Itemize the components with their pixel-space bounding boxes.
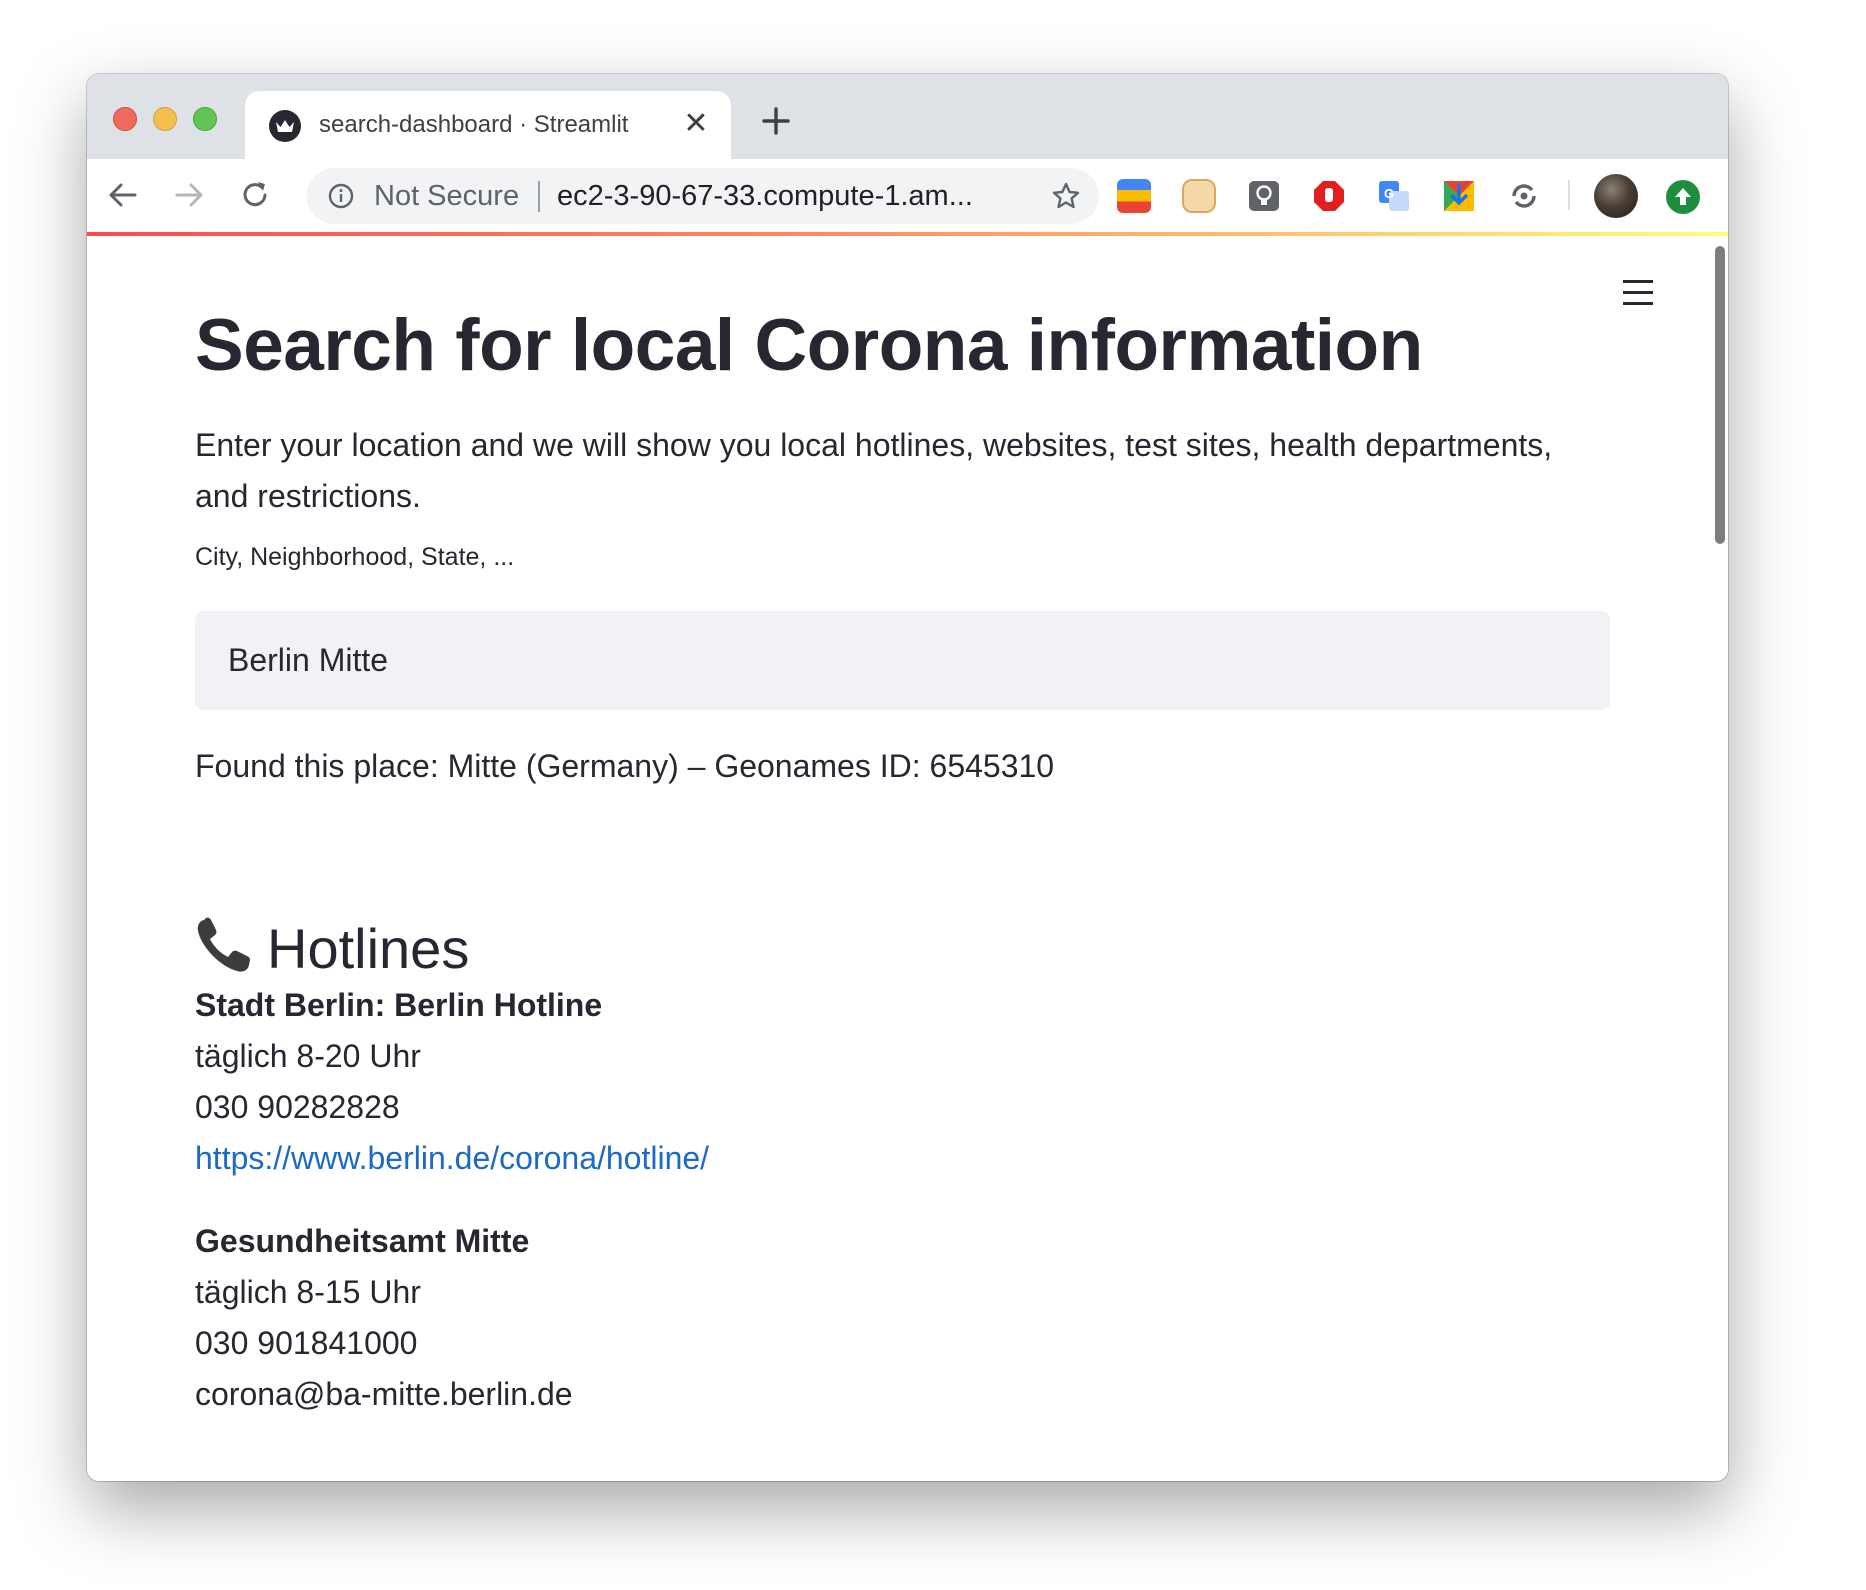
download-extension-icon[interactable] xyxy=(1442,179,1476,213)
browser-window: search-dashboard · Streamlit ✕ Not Secur… xyxy=(87,74,1728,1481)
streamlit-crown-icon xyxy=(269,110,301,142)
page-scrollbar[interactable] xyxy=(1715,246,1725,544)
hotline-phone: 030 901841000 xyxy=(195,1325,418,1361)
toolbar-divider xyxy=(1568,180,1570,210)
close-window-button[interactable] xyxy=(113,107,137,131)
menu-hamburger-icon[interactable] xyxy=(1623,280,1653,306)
back-arrow-icon[interactable] xyxy=(105,177,141,213)
hotlines-heading: Hotlines xyxy=(195,916,469,981)
lightbulb-extension-icon[interactable] xyxy=(1247,179,1281,213)
page-title: Search for local Corona information xyxy=(195,305,1423,386)
bookmark-star-icon[interactable] xyxy=(1051,181,1081,211)
update-arrow-icon[interactable] xyxy=(1666,180,1700,214)
security-status-text[interactable]: Not Secure xyxy=(374,180,519,213)
hotline-entry: Gesundheitsamt Mitte täglich 8-15 Uhr 03… xyxy=(195,1216,573,1420)
telephone-receiver-icon xyxy=(197,917,250,972)
hotline-phone: 030 90282828 xyxy=(195,1089,400,1125)
new-tab-icon[interactable] xyxy=(759,104,793,138)
hotline-hours: täglich 8-15 Uhr xyxy=(195,1274,421,1310)
hotlines-heading-text: Hotlines xyxy=(267,917,470,980)
intro-text: Enter your location and we will show you… xyxy=(195,427,1553,514)
sync-extension-icon[interactable] xyxy=(1507,179,1541,213)
forward-arrow-icon[interactable] xyxy=(171,177,207,213)
hotline-entry: Stadt Berlin: Berlin Hotline täglich 8-2… xyxy=(195,980,709,1184)
hotline-name: Stadt Berlin: Berlin Hotline xyxy=(195,987,603,1023)
omnibox-divider xyxy=(538,181,540,212)
url-text[interactable]: ec2-3-90-67-33.compute-1.am... xyxy=(557,180,973,213)
found-place-text: Found this place: Mitte (Germany) – Geon… xyxy=(195,748,1055,784)
address-bar[interactable]: Not Secure ec2-3-90-67-33.compute-1.am..… xyxy=(307,168,1099,224)
google-apps-icon[interactable] xyxy=(1117,179,1151,213)
hotline-link[interactable]: https://www.berlin.de/corona/hotline/ xyxy=(195,1133,709,1184)
tab-search-dashboard[interactable]: search-dashboard · Streamlit ✕ xyxy=(245,91,731,159)
hotline-email: corona@ba-mitte.berlin.de xyxy=(195,1376,573,1412)
tab-title: search-dashboard · Streamlit xyxy=(319,111,629,138)
browser-toolbar: Not Secure ec2-3-90-67-33.compute-1.am..… xyxy=(87,159,1728,232)
hamster-extension-icon[interactable] xyxy=(1182,179,1216,213)
hotline-hours: täglich 8-20 Uhr xyxy=(195,1038,421,1074)
info-icon[interactable] xyxy=(328,183,354,209)
zoom-window-button[interactable] xyxy=(193,107,217,131)
adblock-icon[interactable] xyxy=(1312,179,1346,213)
location-input[interactable] xyxy=(195,611,1610,710)
close-tab-icon[interactable]: ✕ xyxy=(681,109,711,139)
location-input-label: City, Neighborhood, State, ... xyxy=(195,543,515,571)
minimize-window-button[interactable] xyxy=(153,107,177,131)
google-translate-icon[interactable]: G xyxy=(1377,179,1411,213)
tab-strip: search-dashboard · Streamlit ✕ xyxy=(87,74,1728,159)
reload-icon[interactable] xyxy=(237,177,273,213)
streamlit-page: Search for local Corona information Ente… xyxy=(87,236,1728,1481)
svg-text:G: G xyxy=(1384,186,1394,201)
hotline-name: Gesundheitsamt Mitte xyxy=(195,1223,530,1259)
profile-avatar[interactable] xyxy=(1594,174,1638,218)
